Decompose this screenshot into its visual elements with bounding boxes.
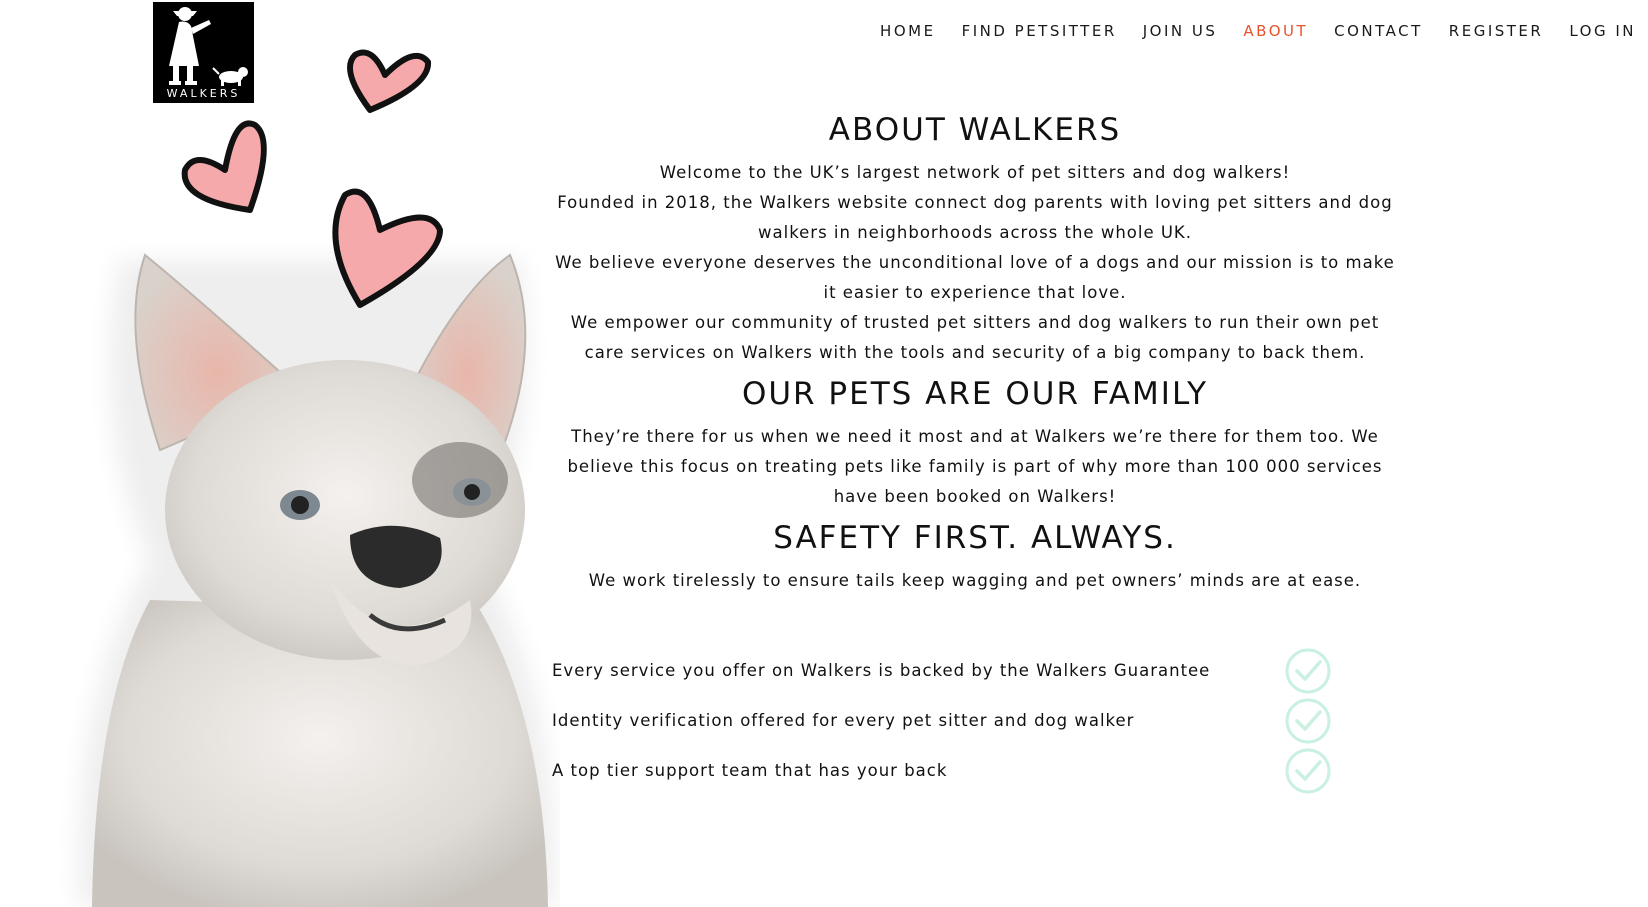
about-content: ABOUT WALKERS Welcome to the UK’s larges… bbox=[550, 112, 1400, 596]
safety-features-list: Every service you offer on Walkers is ba… bbox=[552, 648, 1342, 803]
safety-title: SAFETY FIRST. ALWAYS. bbox=[773, 520, 1177, 556]
heart-icon bbox=[181, 120, 267, 213]
about-paragraph: We empower our community of trusted pet … bbox=[570, 313, 1380, 362]
family-title: OUR PETS ARE OUR FAMILY bbox=[741, 376, 1209, 412]
logo[interactable]: WALKERS bbox=[153, 2, 254, 103]
feature-text: Every service you offer on Walkers is ba… bbox=[552, 661, 1211, 680]
nav-find-petsitter[interactable]: FIND PETSITTER bbox=[962, 22, 1117, 40]
dog-illustration bbox=[78, 49, 556, 907]
about-paragraph: Founded in 2018, the Walkers website con… bbox=[557, 193, 1393, 242]
nav-log-in[interactable]: LOG IN bbox=[1569, 22, 1636, 40]
list-item: A top tier support team that has your ba… bbox=[552, 748, 1342, 803]
main-nav: HOME FIND PETSITTER JOIN US ABOUT CONTAC… bbox=[854, 22, 1636, 40]
heart-icon bbox=[347, 49, 432, 113]
nav-join-us[interactable]: JOIN US bbox=[1143, 22, 1218, 40]
logo-text: WALKERS bbox=[166, 87, 241, 100]
nav-contact[interactable]: CONTACT bbox=[1334, 22, 1423, 40]
about-title: ABOUT WALKERS bbox=[828, 112, 1122, 148]
family-text: They’re there for us when we need it mos… bbox=[567, 427, 1383, 506]
check-circle-icon bbox=[1285, 748, 1331, 794]
feature-text: A top tier support team that has your ba… bbox=[552, 761, 948, 780]
nav-about[interactable]: ABOUT bbox=[1243, 22, 1308, 40]
safety-text: We work tirelessly to ensure tails keep … bbox=[588, 571, 1362, 590]
list-item: Every service you offer on Walkers is ba… bbox=[552, 648, 1342, 703]
nav-register[interactable]: REGISTER bbox=[1449, 22, 1544, 40]
list-item: Identity verification offered for every … bbox=[552, 698, 1342, 753]
nav-home[interactable]: HOME bbox=[880, 22, 936, 40]
feature-text: Identity verification offered for every … bbox=[552, 711, 1135, 730]
check-circle-icon bbox=[1285, 648, 1331, 694]
about-paragraph: Welcome to the UK’s largest network of p… bbox=[659, 163, 1291, 182]
about-paragraph: We believe everyone deserves the uncondi… bbox=[555, 253, 1395, 302]
check-circle-icon bbox=[1285, 698, 1331, 744]
